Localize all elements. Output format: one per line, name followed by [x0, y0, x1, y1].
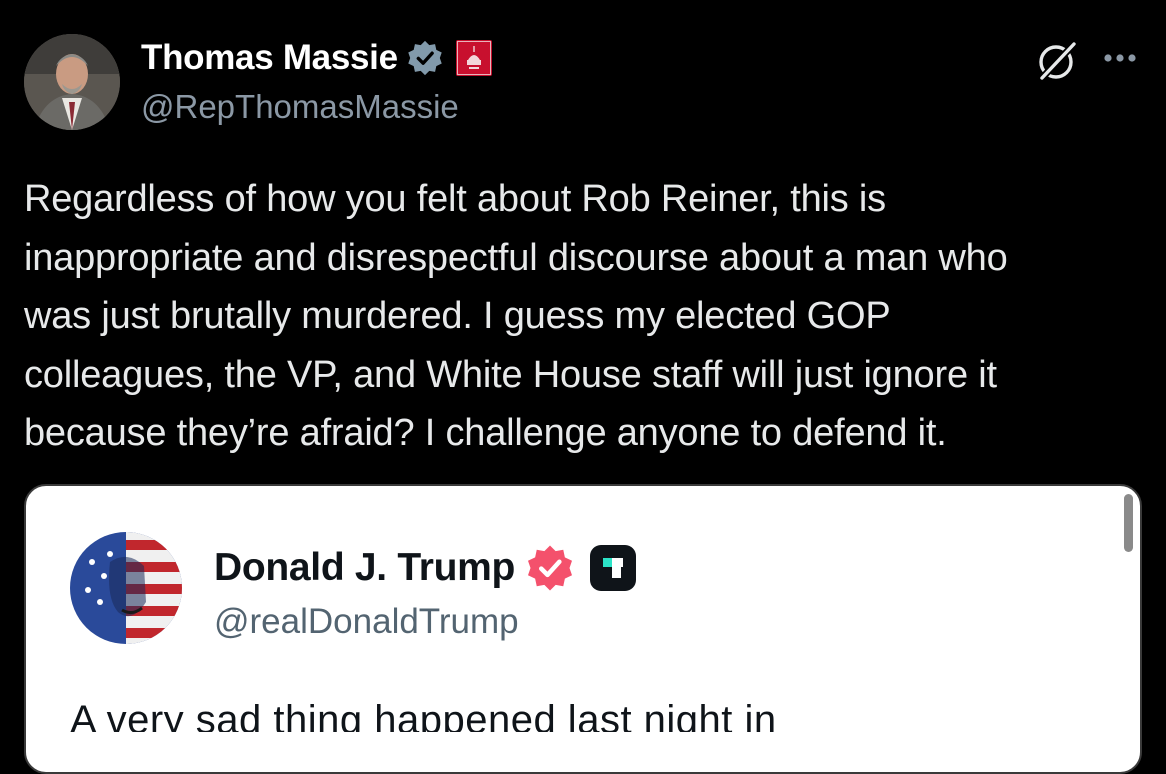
quoted-author-handle[interactable]: @realDonaldTrump [214, 602, 519, 642]
author-name-row: Thomas Massie [141, 38, 492, 78]
verified-badge-icon[interactable] [525, 543, 575, 593]
grok-icon[interactable] [1034, 38, 1080, 84]
quoted-author-name[interactable]: Donald J. Trump [214, 546, 515, 590]
more-icon[interactable] [1098, 46, 1142, 70]
tweet-text: Regardless of how you felt about Rob Rei… [24, 178, 1008, 454]
verified-badge-icon[interactable] [406, 39, 444, 77]
gop-flag-icon[interactable] [455, 40, 492, 76]
quoted-post-text: A very sad thing happened last night in [70, 698, 777, 732]
quoted-author-avatar[interactable] [70, 532, 182, 644]
author-name[interactable]: Thomas Massie [141, 38, 398, 78]
author-avatar[interactable] [24, 34, 120, 130]
quoted-author-name-row: Donald J. Trump [214, 542, 637, 594]
quoted-post-content: Donald J. Trump @realDonaldTrump A very … [24, 484, 1142, 732]
truth-social-icon[interactable] [589, 544, 637, 592]
author-handle[interactable]: @RepThomasMassie [141, 88, 459, 126]
